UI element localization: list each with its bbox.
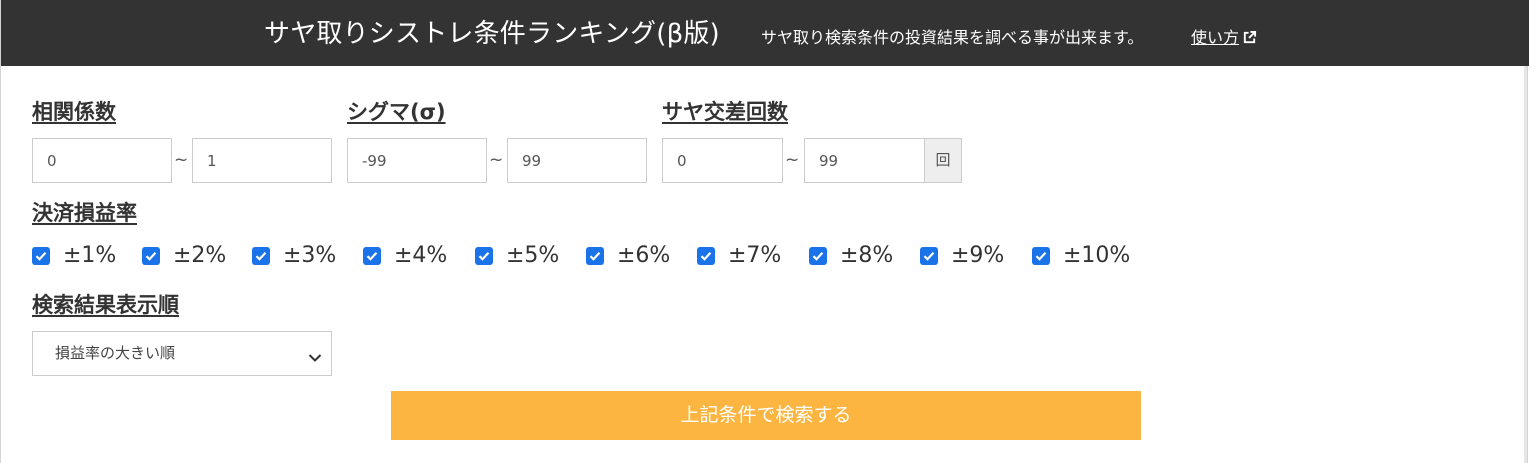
- header-bar: サヤ取りシストレ条件ランキング(β版) サヤ取り検索条件の投資結果を調べる事が出…: [1, 0, 1529, 66]
- scrollbar-track[interactable]: [1524, 66, 1527, 463]
- profit-rate-option-label: ±1%: [63, 243, 117, 268]
- correlation-label: 相関係数: [32, 100, 116, 124]
- checkbox-checked-icon[interactable]: [475, 247, 493, 265]
- chevron-down-icon: [308, 348, 322, 367]
- page-description: サヤ取り検索条件の投資結果を調べる事が出来ます。: [761, 28, 1144, 47]
- sort-order-label: 検索結果表示順: [32, 293, 179, 317]
- profit-rate-option-label: ±6%: [617, 243, 671, 268]
- checkbox-checked-icon[interactable]: [809, 247, 827, 265]
- profit-rate-option-label: ±4%: [394, 243, 448, 268]
- correlation-range-separator: ~: [174, 150, 189, 170]
- checkbox-checked-icon[interactable]: [32, 247, 50, 265]
- profit-rate-option-label: ±8%: [840, 243, 894, 268]
- crossings-unit-addon: 回: [924, 138, 962, 183]
- profit-rate-option-label: ±7%: [728, 243, 782, 268]
- page-title: サヤ取りシストレ条件ランキング(β版): [264, 19, 720, 49]
- checkbox-checked-icon[interactable]: [363, 247, 381, 265]
- sort-order-selected-value: 損益率の大きい順: [55, 344, 176, 362]
- sort-order-select[interactable]: 損益率の大きい順: [32, 331, 332, 376]
- checkbox-checked-icon[interactable]: [586, 247, 604, 265]
- sigma-label: シグマ(σ): [347, 100, 446, 124]
- profit-rate-option-label: ±10%: [1063, 243, 1131, 268]
- checkbox-checked-icon[interactable]: [920, 247, 938, 265]
- checkbox-checked-icon[interactable]: [1032, 247, 1050, 265]
- checkbox-checked-icon[interactable]: [697, 247, 715, 265]
- help-link-label: 使い方: [1191, 28, 1240, 47]
- help-link[interactable]: 使い方: [1191, 26, 1257, 52]
- correlation-max-input[interactable]: [192, 138, 332, 183]
- profit-rate-option-label: ±9%: [951, 243, 1005, 268]
- crossings-min-input[interactable]: [662, 138, 783, 183]
- sigma-range-separator: ~: [489, 150, 504, 170]
- correlation-min-input[interactable]: [32, 138, 172, 183]
- profit-rate-option-label: ±2%: [173, 243, 227, 268]
- crossings-max-input[interactable]: [804, 138, 925, 183]
- sigma-min-input[interactable]: [347, 138, 487, 183]
- checkbox-checked-icon[interactable]: [252, 247, 270, 265]
- profit-rate-label: 決済損益率: [32, 201, 137, 225]
- crossings-label: サヤ交差回数: [662, 100, 788, 124]
- search-button[interactable]: 上記条件で検索する: [391, 391, 1141, 440]
- checkbox-checked-icon[interactable]: [142, 247, 160, 265]
- profit-rate-option-label: ±5%: [506, 243, 560, 268]
- external-link-icon: [1242, 28, 1257, 52]
- profit-rate-option-label: ±3%: [283, 243, 337, 268]
- page: サヤ取りシストレ条件ランキング(β版) サヤ取り検索条件の投資結果を調べる事が出…: [0, 0, 1529, 463]
- crossings-range-separator: ~: [785, 150, 800, 170]
- sigma-max-input[interactable]: [507, 138, 647, 183]
